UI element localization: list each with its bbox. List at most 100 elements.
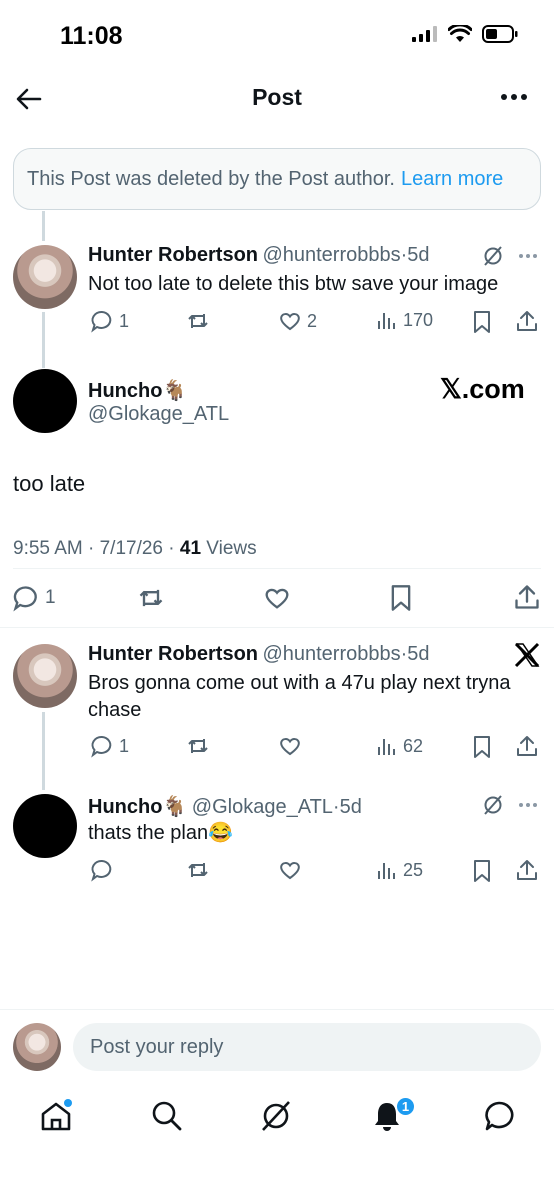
notice-text: This Post was deleted by the Post author… — [27, 167, 395, 190]
views-button[interactable]: 62 — [376, 735, 423, 757]
reply-icon — [91, 736, 112, 758]
tweet-text: thats the plan😂 — [88, 822, 233, 844]
views-icon — [378, 313, 395, 329]
post-meta: 9:55 AM · 7/17/26 · 41 Views — [13, 538, 257, 560]
x-logo-icon — [514, 642, 540, 668]
views-count: 41 — [179, 538, 202, 559]
avatar — [13, 1023, 61, 1071]
avatar[interactable] — [13, 644, 77, 708]
avatar[interactable] — [13, 245, 77, 309]
post-age: 5d — [407, 244, 430, 266]
status-icons — [412, 25, 518, 43]
tweet-text: too late — [13, 471, 86, 496]
heart-icon[interactable] — [278, 734, 302, 758]
search-icon — [152, 1101, 182, 1131]
author-name[interactable]: Hunter Robertson — [88, 643, 258, 665]
grok-icon[interactable] — [482, 794, 504, 816]
reply-button[interactable]: 1 — [90, 309, 129, 333]
deleted-post-notice: This Post was deleted by the Post author… — [13, 148, 541, 210]
divider — [0, 1009, 554, 1010]
post-timestamp: 9:55 AM · 7/17/26 · — [13, 538, 180, 559]
heart-icon — [280, 313, 300, 331]
tweet-text: Not too late to delete this btw save you… — [88, 273, 499, 295]
bookmark-icon[interactable] — [389, 584, 413, 612]
reply-icon — [91, 311, 112, 333]
views-count: 25 — [403, 859, 424, 880]
author-handle[interactable]: @hunterrobbbs — [262, 643, 400, 665]
author-handle[interactable]: @Glokage_ATL — [192, 796, 333, 818]
signal-icon — [412, 26, 437, 42]
thread-connector — [42, 712, 45, 790]
reply-count: 1 — [119, 310, 130, 331]
bookmark-icon[interactable] — [472, 859, 492, 883]
tweet-header: Hunter Robertson @hunterrobbbs·5d — [88, 244, 528, 267]
grok-icon — [262, 1101, 290, 1131]
heart-icon[interactable] — [262, 584, 292, 612]
heart-icon[interactable] — [278, 858, 302, 882]
more-icon — [501, 94, 527, 100]
bookmark-icon[interactable] — [472, 735, 492, 759]
reply-placeholder: Post your reply — [90, 1035, 224, 1058]
more-icon[interactable] — [518, 253, 538, 259]
learn-more-link[interactable]: Learn more — [401, 168, 503, 191]
avatar[interactable] — [13, 794, 77, 858]
tweet-text: Bros gonna come out with a 47u play next… — [88, 672, 511, 721]
share-icon[interactable] — [515, 858, 539, 882]
reply-icon — [13, 586, 37, 612]
post-age: 5d — [339, 796, 362, 818]
views-icon — [378, 863, 395, 879]
avatar[interactable] — [13, 369, 77, 433]
tweet-header: Huncho🐐 @Glokage_ATL·5d — [88, 794, 488, 819]
post-age: 5d — [407, 643, 430, 665]
author-name[interactable]: Huncho🐐 — [88, 378, 187, 403]
like-count: 2 — [307, 310, 318, 331]
author-name[interactable]: Huncho🐐 — [88, 796, 187, 818]
author-handle[interactable]: @Glokage_ATL — [88, 403, 229, 426]
share-icon[interactable] — [515, 734, 539, 758]
views-icon — [378, 739, 395, 755]
tab-grok[interactable] — [259, 1099, 293, 1133]
home-icon — [41, 1099, 72, 1131]
views-count: 62 — [403, 735, 424, 756]
more-options-button[interactable] — [500, 92, 528, 102]
views-button[interactable]: 25 — [376, 859, 423, 881]
chat-bubble-icon — [485, 1101, 514, 1131]
author-name[interactable]: Hunter Robertson — [88, 244, 258, 266]
reply-count: 1 — [45, 587, 56, 608]
tweet-header: Hunter Robertson @hunterrobbbs·5d — [88, 643, 508, 666]
thread-connector — [42, 312, 45, 368]
share-icon[interactable] — [513, 583, 541, 611]
watermark: 𝕏.com — [440, 374, 525, 404]
repost-icon[interactable] — [186, 734, 210, 758]
notifications-badge: 1 — [395, 1096, 416, 1117]
repost-icon[interactable] — [186, 858, 210, 882]
repost-icon[interactable] — [136, 584, 166, 612]
share-icon[interactable] — [515, 309, 539, 333]
tab-messages[interactable] — [482, 1099, 516, 1133]
views-count: 170 — [403, 309, 434, 330]
bookmark-icon[interactable] — [472, 310, 492, 334]
thread-connector — [42, 211, 45, 241]
grok-icon[interactable] — [482, 245, 504, 267]
tab-search[interactable] — [150, 1099, 184, 1133]
reply-button[interactable]: 1 — [12, 584, 56, 612]
tab-home[interactable] — [38, 1098, 74, 1134]
reply-input[interactable]: Post your reply — [73, 1023, 541, 1071]
views-label: Views — [201, 538, 257, 559]
like-button[interactable]: 2 — [278, 309, 317, 333]
repost-button[interactable] — [186, 309, 210, 333]
repost-icon — [188, 314, 208, 328]
divider — [0, 627, 554, 628]
page-title: Post — [252, 84, 302, 110]
more-icon[interactable] — [518, 802, 538, 808]
reply-button[interactable]: 1 — [90, 734, 129, 758]
views-button[interactable]: 170 — [376, 309, 433, 331]
status-time: 11:08 — [60, 22, 123, 50]
divider — [13, 568, 541, 569]
battery-icon — [482, 25, 518, 43]
separator: · — [332, 796, 340, 818]
author-handle[interactable]: @hunterrobbbs — [262, 244, 400, 266]
reply-count: 1 — [119, 735, 130, 756]
wifi-icon — [448, 25, 472, 42]
reply-icon[interactable] — [90, 858, 114, 882]
